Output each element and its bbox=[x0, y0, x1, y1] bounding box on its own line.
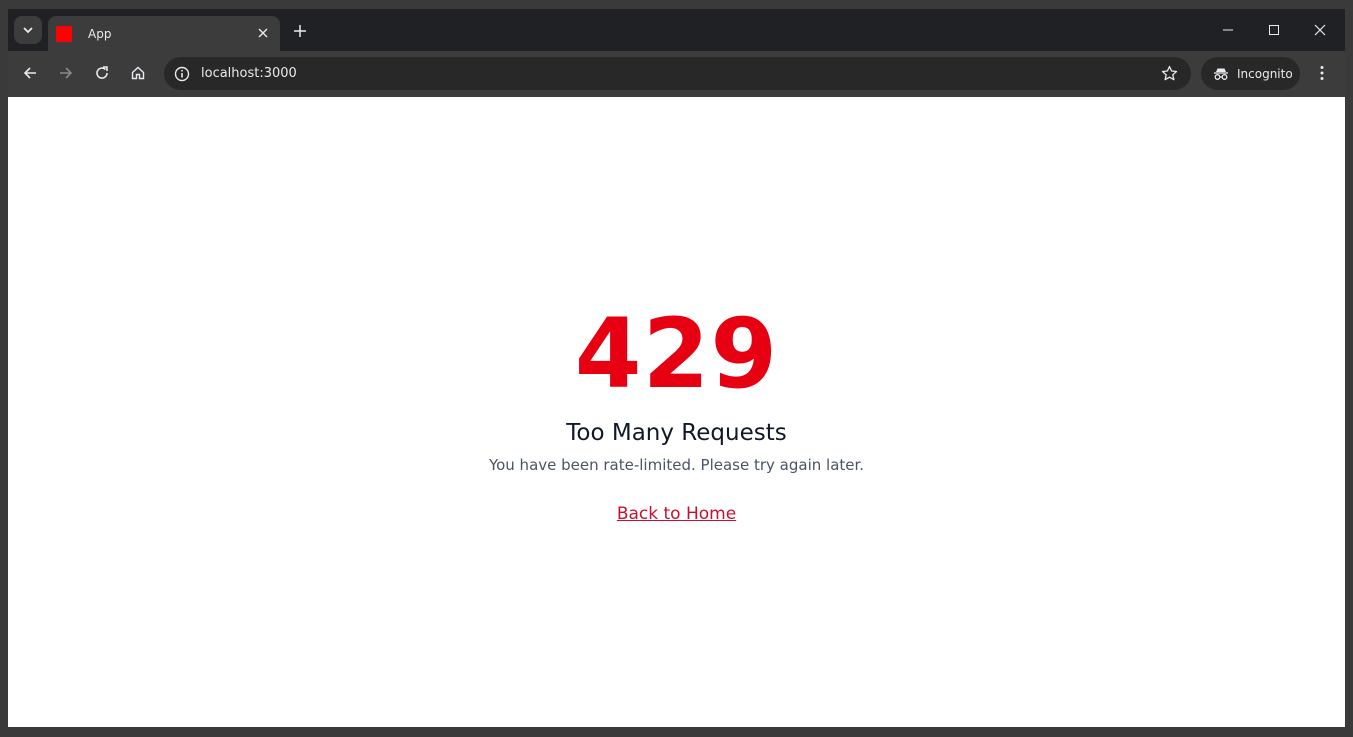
error-heading: Too Many Requests bbox=[566, 420, 787, 446]
minimize-icon bbox=[1223, 29, 1233, 31]
chevron-down-icon bbox=[23, 27, 33, 34]
back-to-home-link[interactable]: Back to Home bbox=[617, 504, 736, 524]
maximize-icon bbox=[1269, 25, 1279, 35]
error-code: 429 bbox=[574, 298, 779, 410]
reload-button[interactable] bbox=[87, 58, 117, 88]
home-button[interactable] bbox=[123, 58, 153, 88]
maximize-button[interactable] bbox=[1252, 15, 1296, 45]
error-message: You have been rate-limited. Please try a… bbox=[488, 456, 865, 474]
home-icon bbox=[131, 66, 145, 80]
back-button[interactable] bbox=[15, 58, 45, 88]
star-icon bbox=[1161, 65, 1178, 81]
arrow-left-icon bbox=[23, 67, 36, 79]
more-vertical-icon bbox=[1320, 66, 1324, 80]
plus-icon bbox=[294, 25, 306, 37]
toolbar: localhost:3000 Incognito bbox=[8, 51, 1345, 97]
close-icon bbox=[258, 28, 268, 38]
new-tab-button[interactable] bbox=[288, 19, 312, 43]
address-url: localhost:3000 bbox=[201, 66, 297, 81]
incognito-icon bbox=[1214, 68, 1228, 80]
tab-close-button[interactable] bbox=[254, 24, 272, 42]
site-info-icon[interactable] bbox=[172, 64, 191, 83]
minimize-button[interactable] bbox=[1206, 15, 1250, 45]
arrow-right-icon bbox=[60, 67, 73, 79]
address-bar[interactable]: localhost:3000 bbox=[164, 57, 1191, 90]
incognito-indicator[interactable]: Incognito bbox=[1201, 57, 1300, 90]
forward-button[interactable] bbox=[51, 58, 81, 88]
bookmark-star-button[interactable] bbox=[1160, 64, 1179, 83]
tab-app[interactable]: App bbox=[48, 16, 280, 51]
page-viewport: 429 Too Many Requests You have been rate… bbox=[8, 97, 1345, 727]
close-icon bbox=[1314, 24, 1326, 36]
favicon-icon bbox=[56, 25, 72, 42]
reload-icon bbox=[96, 66, 108, 79]
error-content: 429 Too Many Requests You have been rate… bbox=[8, 97, 1345, 727]
tab-title: App bbox=[88, 26, 112, 41]
window-close-button[interactable] bbox=[1298, 15, 1342, 45]
tab-search-button[interactable] bbox=[14, 16, 42, 44]
browser-window: App localhost:3000 Incognito 429 Too Man… bbox=[8, 9, 1345, 727]
browser-menu-button[interactable] bbox=[1308, 58, 1336, 88]
tab-strip: App bbox=[8, 9, 1345, 51]
info-icon bbox=[174, 66, 189, 81]
incognito-label: Incognito bbox=[1237, 66, 1293, 81]
